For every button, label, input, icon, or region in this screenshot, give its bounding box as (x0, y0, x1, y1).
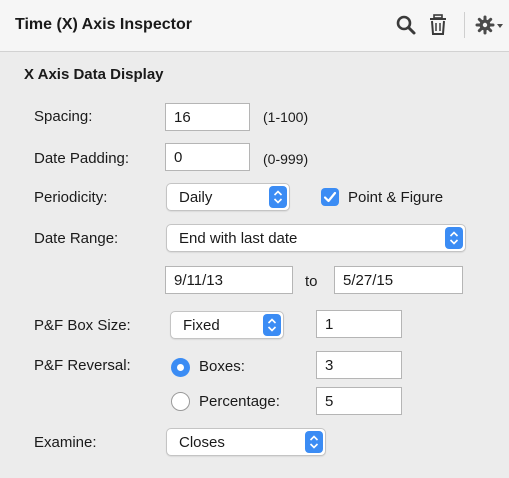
point-figure-checkbox[interactable] (321, 188, 339, 206)
boxes-radio[interactable] (171, 358, 190, 377)
date-range-end-input[interactable] (334, 266, 463, 294)
date-range-value: End with last date (179, 230, 298, 247)
percentage-label: Percentage: (199, 393, 280, 410)
checkmark-icon (323, 191, 337, 203)
inspector-title: Time (X) Axis Inspector (15, 16, 192, 33)
examine-label: Examine: (34, 434, 97, 451)
boxes-input[interactable] (316, 351, 402, 379)
date-range-label: Date Range: (34, 230, 119, 247)
spacing-label: Spacing: (34, 108, 93, 125)
periodicity-select[interactable]: Daily (166, 183, 290, 211)
inspector-header: Time (X) Axis Inspector (0, 0, 509, 52)
select-arrows-icon (305, 431, 323, 453)
examine-value: Closes (179, 434, 225, 451)
header-divider (464, 12, 465, 38)
pf-box-size-label: P&F Box Size: (34, 317, 131, 334)
periodicity-value: Daily (179, 189, 213, 206)
examine-select[interactable]: Closes (166, 428, 326, 456)
select-arrows-icon (263, 314, 281, 336)
date-padding-input[interactable] (165, 143, 250, 171)
select-arrows-icon (269, 186, 287, 208)
pf-box-size-select[interactable]: Fixed (170, 311, 284, 339)
point-figure-label: Point & Figure (348, 189, 444, 206)
pf-box-size-input[interactable] (316, 310, 402, 338)
section-title: X Axis Data Display (24, 66, 164, 83)
date-range-to-label: to (305, 273, 318, 290)
date-range-select[interactable]: End with last date (166, 224, 466, 252)
gear-icon[interactable] (475, 13, 495, 37)
percentage-input[interactable] (316, 387, 402, 415)
date-padding-range-hint: (0-999) (263, 151, 309, 167)
boxes-label: Boxes: (199, 358, 245, 375)
date-range-start-input[interactable] (165, 266, 293, 294)
pf-reversal-label: P&F Reversal: (34, 357, 131, 374)
pf-box-size-mode: Fixed (183, 317, 220, 334)
search-icon[interactable] (395, 13, 417, 37)
date-padding-label: Date Padding: (34, 150, 130, 167)
chevron-down-icon[interactable] (496, 13, 504, 37)
periodicity-label: Periodicity: (34, 189, 108, 206)
select-arrows-icon (445, 227, 463, 249)
spacing-input[interactable] (165, 103, 250, 131)
spacing-range-hint: (1-100) (263, 109, 309, 125)
trash-icon[interactable] (427, 13, 449, 37)
percentage-radio[interactable] (171, 392, 190, 411)
